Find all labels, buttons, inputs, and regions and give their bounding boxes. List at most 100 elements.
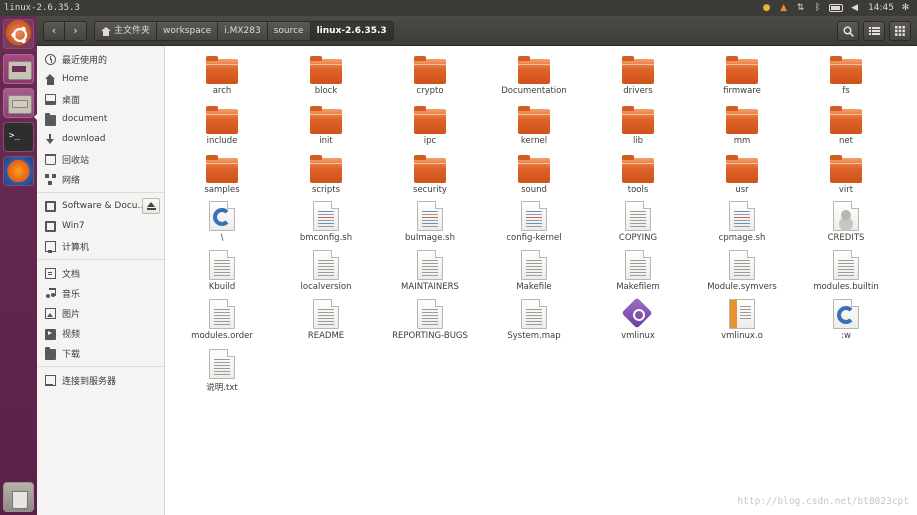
file-item[interactable]: include [172, 106, 272, 146]
sidebar-item-document[interactable]: document [37, 109, 164, 129]
file-item[interactable]: firmware [692, 56, 792, 96]
terminal-launcher-icon[interactable]: >_ [3, 122, 34, 152]
file-name-label: bmconfig.sh [299, 233, 353, 243]
sidebar-item-music[interactable]: 音乐 [37, 283, 164, 303]
power-gear-icon[interactable]: ✻ [900, 3, 911, 13]
file-name-label: modules.builtin [813, 282, 879, 292]
text-file-icon [209, 299, 235, 329]
sidebar-item-recent[interactable]: 最近使用的 [37, 49, 164, 69]
file-item[interactable]: usr [692, 155, 792, 195]
file-name-label: init [319, 136, 333, 146]
file-item[interactable]: README [276, 299, 376, 341]
file-item[interactable]: Module.symvers [692, 250, 792, 292]
sidebar-item-trash[interactable]: 回收站 [37, 149, 164, 169]
files-launcher-icon[interactable] [3, 54, 34, 84]
c-source-file-icon [833, 299, 859, 329]
sidebar-item-connect-server[interactable]: 连接到服务器 [37, 370, 164, 390]
file-item[interactable]: cpmage.sh [692, 201, 792, 243]
file-item[interactable]: scripts [276, 155, 376, 195]
file-item[interactable]: Kbuild [172, 250, 272, 292]
file-item[interactable]: init [276, 106, 376, 146]
sidebar-item-downloads[interactable]: 下载 [37, 343, 164, 363]
folder-icon [830, 155, 862, 183]
file-name-label: security [413, 185, 447, 195]
file-item[interactable]: :w [796, 299, 896, 341]
file-item[interactable]: block [276, 56, 376, 96]
contact-file-icon [833, 201, 859, 231]
breadcrumb-imx283[interactable]: i.MX283 [218, 21, 268, 41]
firefox-launcher-icon[interactable] [3, 156, 34, 186]
file-item[interactable]: fs [796, 56, 896, 96]
search-button[interactable] [837, 21, 859, 41]
file-item[interactable]: 说明.txt [172, 349, 272, 393]
chrome-icon[interactable]: ● [761, 3, 772, 13]
network-icon[interactable]: ⇅ [795, 3, 806, 13]
ubuntu-logo-icon [11, 26, 28, 44]
file-item[interactable]: virt [796, 155, 896, 195]
file-item[interactable]: vmlinux [588, 299, 688, 341]
sidebar-item-documents[interactable]: 文档 [37, 263, 164, 283]
forward-button[interactable]: › [65, 21, 87, 41]
text-file-icon [521, 299, 547, 329]
file-item[interactable]: crypto [380, 56, 480, 96]
sidebar-item-desktop[interactable]: 桌面 [37, 89, 164, 109]
grid-view-button[interactable] [889, 21, 911, 41]
file-item[interactable]: REPORTING-BUGS [380, 299, 480, 341]
file-manager-toolbar: ‹ › 主文件夹 workspace i.MX283 source linux-… [37, 16, 917, 46]
file-item[interactable]: sound [484, 155, 584, 195]
file-manager-launcher-icon[interactable] [3, 88, 34, 118]
music-icon [45, 287, 56, 299]
file-item[interactable]: vmlinux.o [692, 299, 792, 341]
file-item[interactable]: net [796, 106, 896, 146]
trash-launcher-icon[interactable] [3, 482, 34, 512]
file-item[interactable]: bmconfig.sh [276, 201, 376, 243]
clock[interactable]: 14:45 [868, 3, 894, 13]
file-item[interactable]: modules.order [172, 299, 272, 341]
computer-icon [45, 240, 56, 253]
file-item[interactable]: Documentation [484, 56, 584, 96]
sidebar-item-win7[interactable]: Win7 [37, 216, 164, 236]
breadcrumb-home[interactable]: 主文件夹 [94, 21, 158, 41]
sidebar-item-pictures[interactable]: 图片 [37, 303, 164, 323]
file-item[interactable]: CREDITS [796, 201, 896, 243]
sidebar-item-home[interactable]: Home [37, 69, 164, 89]
file-item[interactable]: config-kernel [484, 201, 584, 243]
file-item[interactable]: Makefilem [588, 250, 688, 292]
file-item[interactable]: modules.builtin [796, 250, 896, 292]
sidebar-item-software-docs[interactable]: Software & Docu… [37, 196, 164, 216]
file-item[interactable]: \ [172, 201, 272, 243]
drive-icon [45, 200, 56, 212]
vlc-icon[interactable]: ▲ [778, 3, 789, 13]
breadcrumb-workspace[interactable]: workspace [157, 21, 219, 41]
battery-icon[interactable] [829, 4, 844, 12]
file-item[interactable]: kernel [484, 106, 584, 146]
file-item[interactable]: System.map [484, 299, 584, 341]
file-item[interactable]: lib [588, 106, 688, 146]
file-item[interactable]: Makefile [484, 250, 584, 292]
bluetooth-icon[interactable]: ᛒ [812, 3, 823, 13]
file-item[interactable]: localversion [276, 250, 376, 292]
breadcrumb: 主文件夹 workspace i.MX283 source linux-2.6.… [94, 21, 394, 41]
file-item[interactable]: ipc [380, 106, 480, 146]
file-name-label: 说明.txt [206, 383, 238, 393]
sidebar-item-download[interactable]: download [37, 129, 164, 149]
file-item[interactable]: buImage.sh [380, 201, 480, 243]
sidebar-item-videos[interactable]: 视频 [37, 323, 164, 343]
eject-button[interactable] [142, 198, 160, 214]
file-item[interactable]: arch [172, 56, 272, 96]
breadcrumb-source[interactable]: source [267, 21, 311, 41]
file-item[interactable]: mm [692, 106, 792, 146]
file-item[interactable]: tools [588, 155, 688, 195]
file-item[interactable]: samples [172, 155, 272, 195]
list-view-button[interactable] [863, 21, 885, 41]
file-item[interactable]: drivers [588, 56, 688, 96]
file-item[interactable]: security [380, 155, 480, 195]
volume-icon[interactable]: ◀ [849, 3, 860, 13]
file-item[interactable]: COPYING [588, 201, 688, 243]
back-button[interactable]: ‹ [43, 21, 65, 41]
file-item[interactable]: MAINTAINERS [380, 250, 480, 292]
sidebar-item-network[interactable]: 网络 [37, 169, 164, 189]
dash-home-button[interactable] [3, 19, 34, 49]
breadcrumb-current[interactable]: linux-2.6.35.3 [310, 21, 394, 41]
sidebar-item-computer[interactable]: 计算机 [37, 236, 164, 256]
